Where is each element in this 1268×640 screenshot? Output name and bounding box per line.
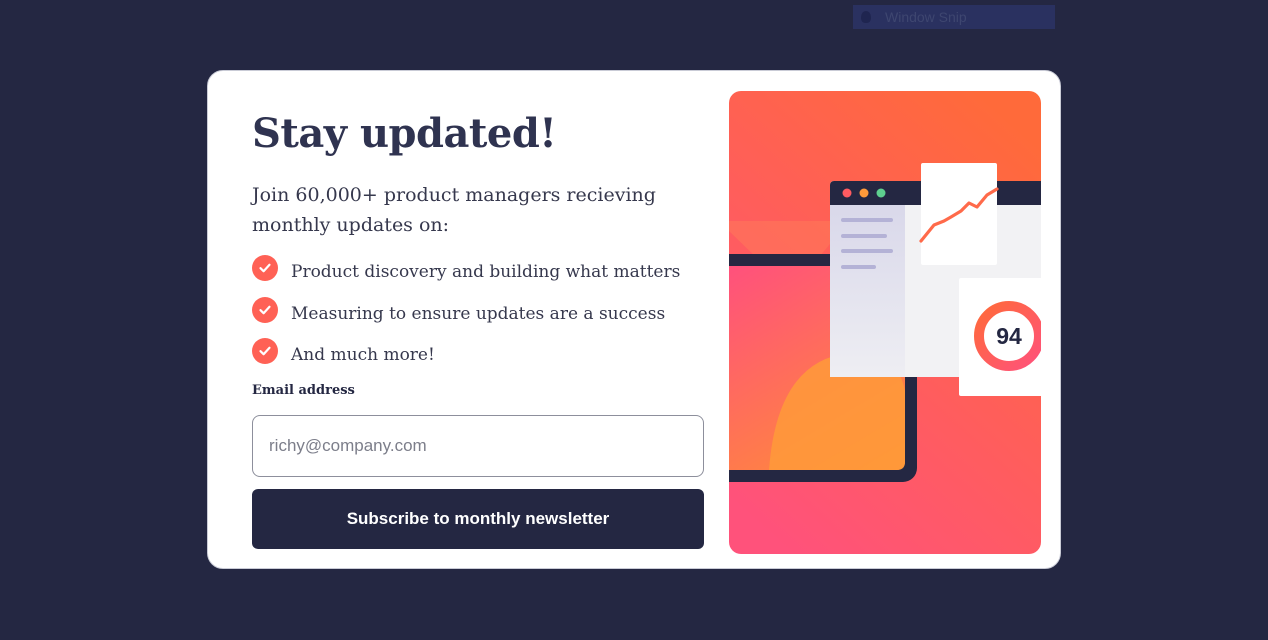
page-title: Stay updated! (252, 110, 557, 157)
window-dot-icon (842, 188, 852, 198)
hero-illustration: 94 (729, 91, 1041, 554)
check-icon (252, 255, 278, 281)
feature-text: Product discovery and building what matt… (291, 262, 681, 282)
check-icon (252, 338, 278, 364)
window-snip-tag[interactable]: Window Snip (853, 5, 1055, 29)
dashboard-illustration: 94 (729, 91, 1041, 554)
score-value: 94 (996, 323, 1022, 349)
window-dot-icon (876, 188, 886, 198)
newsletter-card: Stay updated! Join 60,000+ product manag… (207, 70, 1061, 569)
feature-text: Measuring to ensure updates are a succes… (291, 304, 666, 324)
feature-item: And much more! (252, 338, 435, 365)
feature-text: And much more! (291, 345, 435, 365)
trend-chart-card (919, 163, 999, 265)
check-icon (252, 297, 278, 323)
subscribe-button[interactable]: Subscribe to monthly newsletter (252, 489, 704, 549)
pin-icon (861, 11, 871, 23)
intro-text: Join 60,000+ product managers recieving … (252, 184, 656, 236)
window-snip-label: Window Snip (885, 9, 967, 25)
email-label: Email address (252, 383, 355, 398)
email-field[interactable] (252, 415, 704, 477)
window-dot-icon (859, 188, 869, 198)
feature-item: Product discovery and building what matt… (252, 255, 681, 282)
feature-item: Measuring to ensure updates are a succes… (252, 297, 666, 324)
